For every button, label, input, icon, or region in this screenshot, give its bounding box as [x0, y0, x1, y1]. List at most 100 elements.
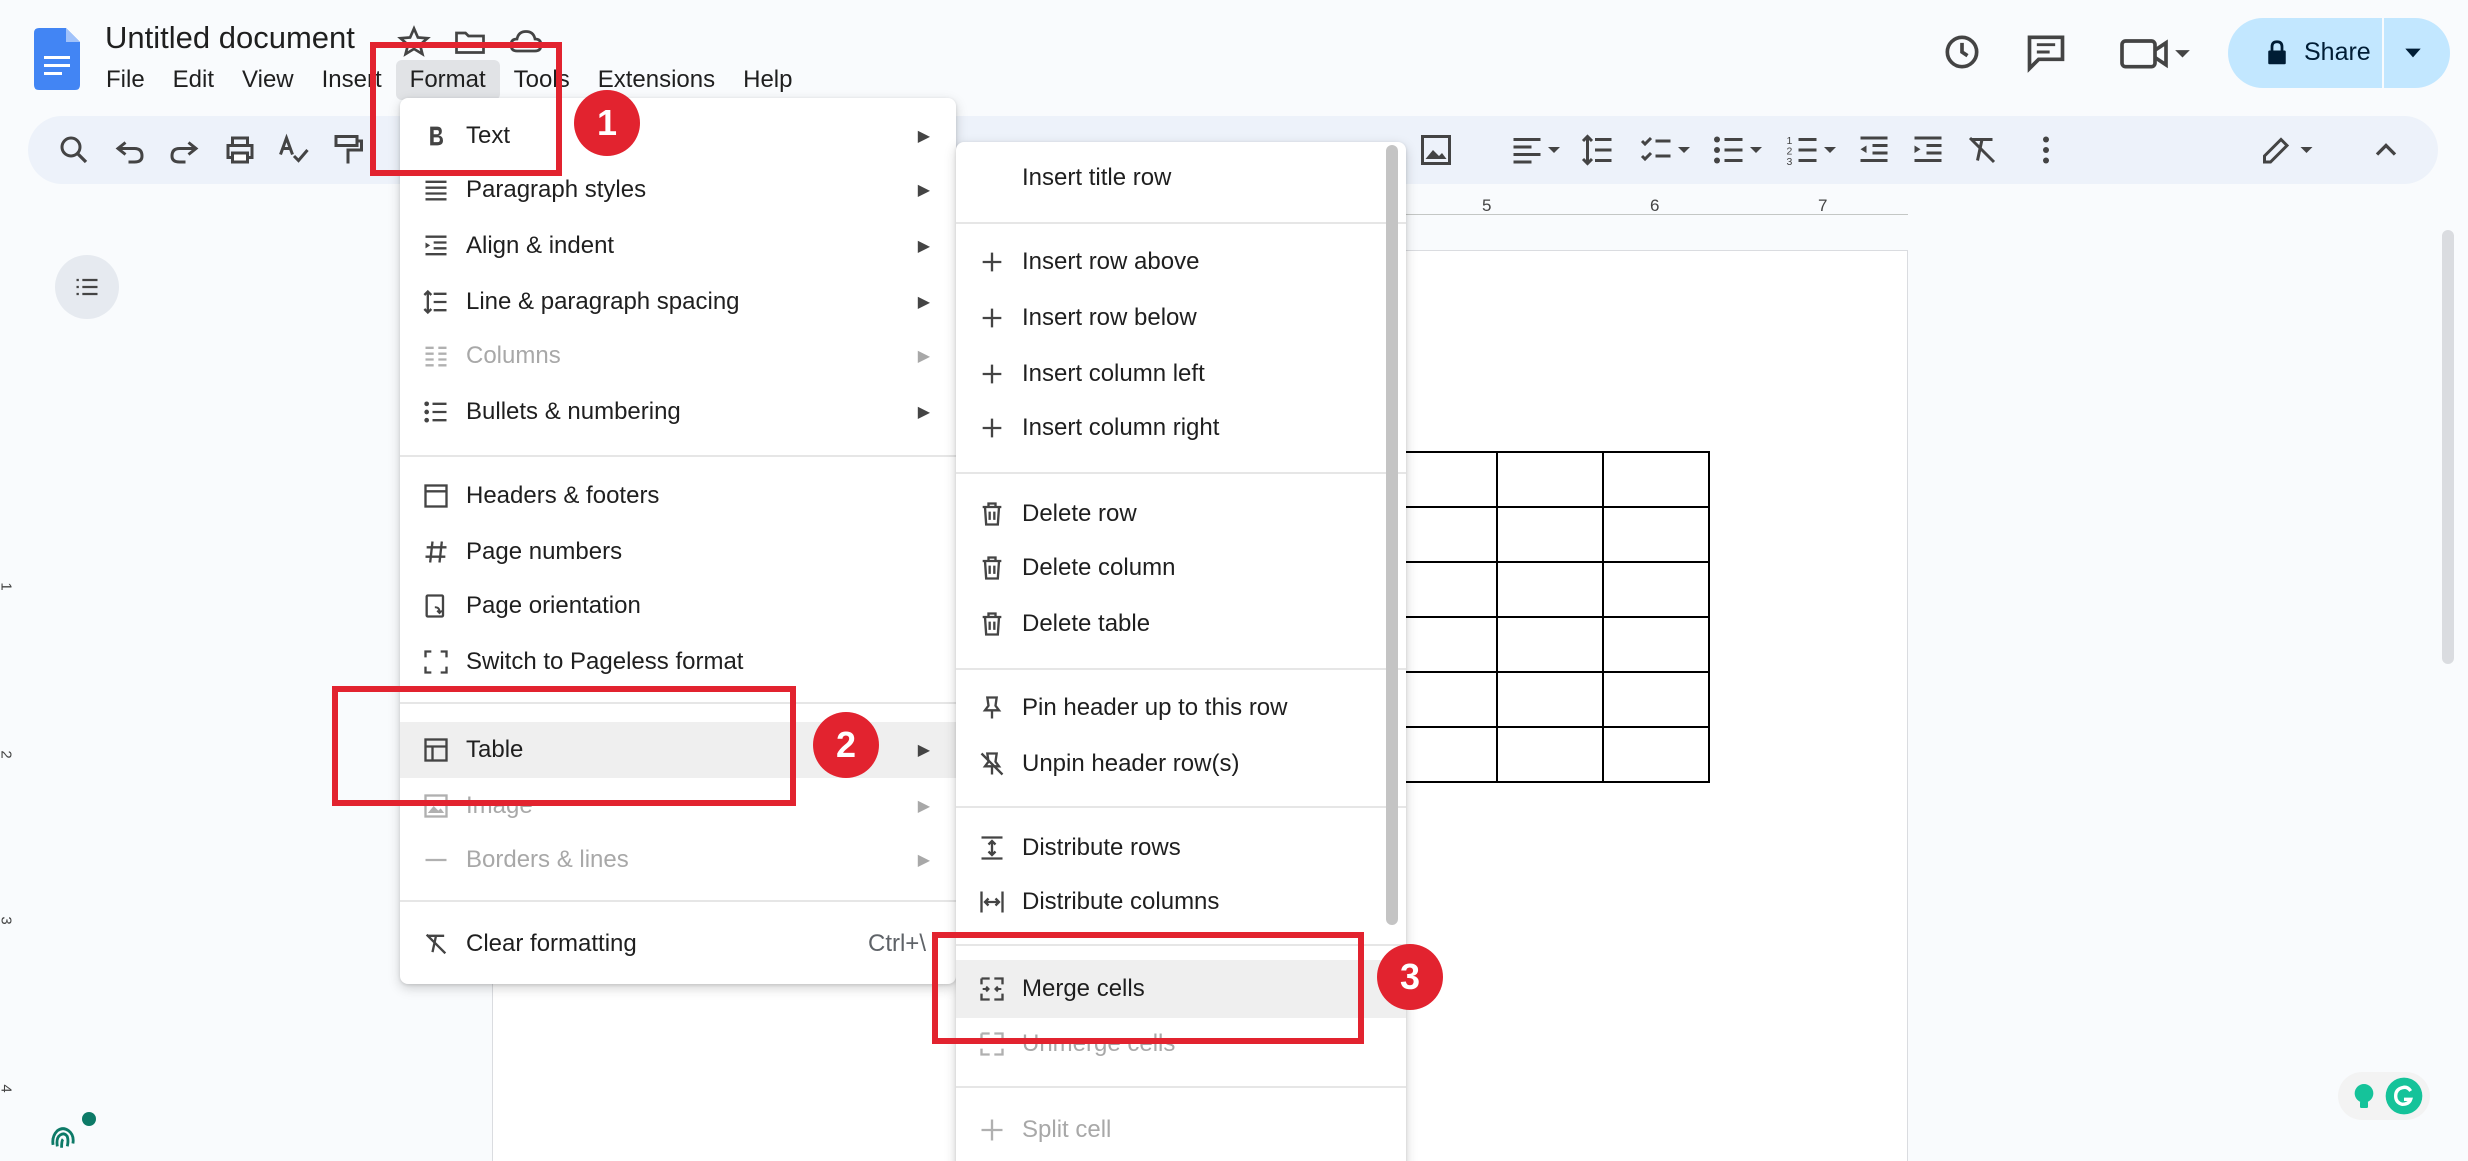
- table-cell[interactable]: [1496, 561, 1604, 618]
- menu-item-label: Insert column left: [1022, 360, 1205, 387]
- bulleted-list-icon[interactable]: [1710, 132, 1766, 168]
- table-cell[interactable]: [1602, 451, 1710, 508]
- increase-indent-icon[interactable]: [1910, 132, 1946, 168]
- table-submenu-item-delete-column[interactable]: Delete column: [956, 542, 1406, 594]
- grammarly-widget[interactable]: [2338, 1072, 2430, 1120]
- table-cell[interactable]: [1602, 726, 1710, 783]
- submenu-scrollbar[interactable]: [1386, 145, 1398, 925]
- table-cell[interactable]: [1602, 671, 1710, 728]
- pin-icon: [982, 696, 1002, 719]
- table-submenu-item-insert-row-above[interactable]: Insert row above: [956, 236, 1406, 288]
- table-submenu-item-insert-column-right[interactable]: Insert column right: [956, 402, 1406, 454]
- editing-mode-icon[interactable]: [2256, 132, 2318, 168]
- table-cell[interactable]: [1496, 451, 1604, 508]
- share-label: Share: [2304, 38, 2371, 66]
- table-submenu-item-distribute-columns[interactable]: Distribute columns: [956, 876, 1406, 928]
- menu-file[interactable]: File: [92, 60, 159, 100]
- format-menu-item-pageless[interactable]: Switch to Pageless format: [400, 636, 956, 688]
- menu-item-label: Pin header up to this row: [1022, 694, 1288, 721]
- search-menus-icon[interactable]: [56, 132, 92, 168]
- menu-separator: [956, 1086, 1406, 1088]
- table-submenu-item-unpin-header[interactable]: Unpin header row(s): [956, 738, 1406, 790]
- format-menu-item-line-spacing[interactable]: Line & paragraph spacing ▶: [400, 276, 956, 328]
- collapse-toolbar-icon[interactable]: [2368, 132, 2404, 168]
- print-icon[interactable]: [222, 132, 258, 168]
- table-submenu-item-pin-header[interactable]: Pin header up to this row: [956, 682, 1406, 734]
- version-history-icon[interactable]: [1940, 30, 1984, 74]
- trash-icon: [982, 556, 1002, 580]
- submenu-arrow-icon: ▶: [917, 182, 930, 199]
- format-menu-item-bullets[interactable]: Bullets & numbering ▶: [400, 386, 956, 438]
- table-cell[interactable]: [1390, 451, 1498, 508]
- table-cell[interactable]: [1390, 561, 1498, 618]
- menu-edit[interactable]: Edit: [159, 60, 228, 100]
- table-cell[interactable]: [1602, 506, 1710, 563]
- menu-separator: [956, 806, 1406, 808]
- meet-icon[interactable]: [2118, 30, 2192, 74]
- numbered-list-icon[interactable]: 123: [1784, 132, 1840, 168]
- menu-item-label: Headers & footers: [466, 482, 660, 509]
- redo-icon[interactable]: [166, 132, 202, 168]
- menu-help[interactable]: Help: [729, 60, 806, 100]
- plus-icon: [982, 308, 1002, 328]
- spellcheck-icon[interactable]: [276, 132, 312, 168]
- table-cell[interactable]: [1390, 671, 1498, 728]
- table-cell[interactable]: [1496, 726, 1604, 783]
- submenu-arrow-icon: ▶: [917, 404, 930, 421]
- insert-image-toolbar-icon[interactable]: [1418, 132, 1454, 168]
- format-menu-item-headers-footers[interactable]: Headers & footers: [400, 470, 956, 522]
- split-cell-icon: [981, 1119, 1003, 1141]
- docs-logo-icon[interactable]: [34, 28, 80, 90]
- horizontal-ruler: 5 6 7: [1400, 196, 1908, 216]
- status-dot: [82, 1112, 96, 1126]
- format-menu-item-page-orientation[interactable]: Page orientation: [400, 580, 956, 632]
- table-submenu-item-distribute-rows[interactable]: Distribute rows: [956, 822, 1406, 874]
- page-scrollbar[interactable]: [2442, 230, 2454, 664]
- more-options-icon[interactable]: [2028, 132, 2064, 168]
- align-icon[interactable]: [1508, 132, 1564, 168]
- table-cell[interactable]: [1496, 671, 1604, 728]
- menu-item-label: Split cell: [1022, 1116, 1112, 1143]
- paint-format-icon[interactable]: [330, 132, 366, 168]
- table-cell[interactable]: [1496, 616, 1604, 673]
- table-row: [1390, 506, 1710, 563]
- menu-view[interactable]: View: [228, 60, 308, 100]
- menu-item-label: Borders & lines: [466, 846, 629, 873]
- share-button[interactable]: Share: [2228, 18, 2450, 88]
- table-cell[interactable]: [1390, 616, 1498, 673]
- comments-icon[interactable]: [2024, 30, 2068, 74]
- table-submenu-item-insert-column-left[interactable]: Insert column left: [956, 348, 1406, 400]
- table-cell[interactable]: [1602, 561, 1710, 618]
- table-cell[interactable]: [1496, 506, 1604, 563]
- table-submenu-item-delete-row[interactable]: Delete row: [956, 488, 1406, 540]
- format-menu-item-clear-formatting[interactable]: Clear formatting Ctrl+\: [400, 918, 956, 970]
- line-spacing-toolbar-icon[interactable]: [1580, 132, 1616, 168]
- menu-item-label: Align & indent: [466, 232, 615, 259]
- checklist-icon[interactable]: [1638, 132, 1694, 168]
- menu-item-label: Delete table: [1022, 610, 1151, 637]
- fingerprint-icon[interactable]: [46, 1118, 80, 1152]
- table-submenu-item-insert-title-row[interactable]: Insert title row: [956, 152, 1406, 204]
- share-dropdown-icon[interactable]: [2402, 44, 2424, 62]
- menu-item-label: Line & paragraph spacing: [466, 288, 740, 315]
- format-menu-item-align-indent[interactable]: Align & indent ▶: [400, 220, 956, 272]
- table-cell[interactable]: [1602, 616, 1710, 673]
- table-submenu-item-insert-row-below[interactable]: Insert row below: [956, 292, 1406, 344]
- menu-separator: [956, 222, 1406, 224]
- decrease-indent-icon[interactable]: [1856, 132, 1892, 168]
- submenu-arrow-icon: ▶: [917, 852, 930, 869]
- clear-formatting-toolbar-icon[interactable]: [1964, 132, 2000, 168]
- table-cell[interactable]: [1390, 726, 1498, 783]
- menu-item-label: Columns: [466, 342, 561, 369]
- menu-separator: [400, 455, 956, 457]
- document-table[interactable]: [1390, 451, 1710, 783]
- table-submenu-item-delete-table[interactable]: Delete table: [956, 598, 1406, 650]
- menu-item-label: Delete column: [1022, 554, 1176, 581]
- table-cell[interactable]: [1390, 506, 1498, 563]
- undo-icon[interactable]: [112, 132, 148, 168]
- unpin-icon: [980, 752, 1004, 776]
- document-outline-button[interactable]: [55, 255, 119, 319]
- format-menu-item-columns: Columns ▶: [400, 330, 956, 382]
- document-title[interactable]: Untitled document: [105, 20, 355, 56]
- format-menu-item-page-numbers[interactable]: Page numbers: [400, 526, 956, 578]
